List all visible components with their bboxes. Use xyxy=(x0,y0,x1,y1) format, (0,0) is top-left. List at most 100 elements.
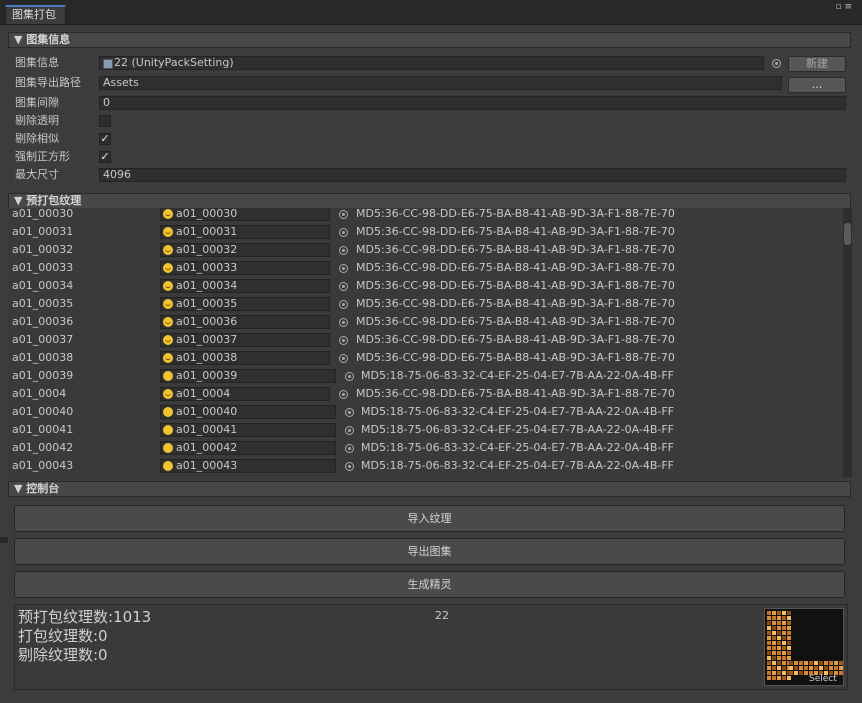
atlas-tile xyxy=(782,656,786,660)
atlas-tile xyxy=(799,671,803,675)
atlas-object-field[interactable]: 22 (UnityPackSetting) xyxy=(99,56,764,70)
atlas-tile xyxy=(772,616,776,620)
texture-object-field[interactable]: a01_00033 xyxy=(160,261,330,275)
texture-object-field[interactable]: a01_00040 xyxy=(160,405,336,419)
list-item[interactable]: a01_00039 a01_00039 MD5:18-75-06-83-32-C4-… xyxy=(8,368,838,386)
object-picker-icon[interactable] xyxy=(345,426,354,435)
atlas-tile xyxy=(767,676,771,680)
atlas-preview[interactable]: Select xyxy=(764,608,844,686)
object-picker-icon[interactable] xyxy=(339,282,348,291)
window-tab[interactable]: 图集打包 xyxy=(5,5,66,24)
object-picker-icon[interactable] xyxy=(345,462,354,471)
object-picker-icon[interactable] xyxy=(345,372,354,381)
list-item[interactable]: a01_00034 a01_00034 MD5:36-CC-98-DD-E6-75-… xyxy=(8,278,838,296)
atlas-tile xyxy=(789,671,793,675)
list-item[interactable]: a01_00035 a01_00035 MD5:36-CC-98-DD-E6-75-… xyxy=(8,296,838,314)
object-picker-icon[interactable] xyxy=(339,228,348,237)
texture-md5: MD5:18-75-06-83-32-C4-EF-25-04-E7-7B-AA-… xyxy=(361,423,674,436)
list-item[interactable]: a01_00043 a01_00043 MD5:18-75-06-83-32-C4-… xyxy=(8,458,838,476)
section-atlas-info[interactable]: ▼ 图集信息 xyxy=(8,32,851,48)
export-path-field[interactable]: Assets xyxy=(99,76,782,90)
texture-object-value: a01_00043 xyxy=(176,459,238,472)
new-button[interactable]: 新建 xyxy=(788,56,846,72)
texture-object-field[interactable]: a01_00042 xyxy=(160,441,336,455)
prepack-texture-list[interactable]: a01_00030 a01_00030 MD5:36-CC-98-DD-E6-75-… xyxy=(8,208,851,477)
stats-panel: 预打包纹理数:1013 打包纹理数:0 剔除纹理数:0 22 Select xyxy=(14,604,848,690)
list-item[interactable]: a01_00030 a01_00030 MD5:36-CC-98-DD-E6-75-… xyxy=(8,208,838,224)
texture-md5: MD5:36-CC-98-DD-E6-75-BA-B8-41-AB-9D-3A-… xyxy=(356,333,675,346)
texture-object-field[interactable]: a01_00034 xyxy=(160,279,330,293)
object-picker-icon[interactable] xyxy=(339,300,348,309)
list-item[interactable]: a01_00042 a01_00042 MD5:18-75-06-83-32-C4-… xyxy=(8,440,838,458)
texture-object-field[interactable]: a01_00043 xyxy=(160,459,336,473)
object-picker-icon[interactable] xyxy=(772,59,781,68)
list-item[interactable]: a01_00038 a01_00038 MD5:36-CC-98-DD-E6-75-… xyxy=(8,350,838,368)
list-item[interactable]: a01_00037 a01_00037 MD5:36-CC-98-DD-E6-75-… xyxy=(8,332,838,350)
object-picker-icon[interactable] xyxy=(339,210,348,219)
atlas-tile xyxy=(777,641,781,645)
atlas-tile xyxy=(777,646,781,650)
spacing-field[interactable]: 0 xyxy=(99,96,846,110)
atlas-tile xyxy=(777,631,781,635)
atlas-tile xyxy=(782,666,786,670)
texture-object-field[interactable]: a01_00037 xyxy=(160,333,330,347)
atlas-tile xyxy=(767,626,771,630)
object-picker-icon[interactable] xyxy=(345,444,354,453)
section-console[interactable]: ▼ 控制台 xyxy=(8,481,851,497)
texture-object-field[interactable]: a01_00039 xyxy=(160,369,336,383)
atlas-tile xyxy=(772,636,776,640)
texture-object-field[interactable]: a01_00041 xyxy=(160,423,336,437)
sprite-icon xyxy=(163,371,173,381)
remove-alpha-checkbox[interactable] xyxy=(99,115,111,127)
atlas-tile xyxy=(804,666,808,670)
texture-name: a01_00033 xyxy=(12,261,74,274)
object-picker-icon[interactable] xyxy=(345,408,354,417)
list-item[interactable]: a01_00033 a01_00033 MD5:36-CC-98-DD-E6-75-… xyxy=(8,260,838,278)
texture-object-field[interactable]: a01_00035 xyxy=(160,297,330,311)
atlas-tile xyxy=(809,661,813,665)
object-picker-icon[interactable] xyxy=(339,336,348,345)
object-picker-icon[interactable] xyxy=(339,354,348,363)
texture-object-field[interactable]: a01_00032 xyxy=(160,243,330,257)
sprite-icon xyxy=(163,389,173,399)
list-item[interactable]: a01_00040 a01_00040 MD5:18-75-06-83-32-C4-… xyxy=(8,404,838,422)
texture-name: a01_00042 xyxy=(12,441,74,454)
texture-object-field[interactable]: a01_00030 xyxy=(160,208,330,221)
section-prepack[interactable]: ▼ 预打包纹理 xyxy=(8,193,851,209)
atlas-tile xyxy=(767,616,771,620)
window-menu-icon[interactable]: ▫ ≡ xyxy=(835,3,852,12)
max-size-label: 最大尺寸 xyxy=(15,168,59,181)
list-item[interactable]: a01_00041 a01_00041 MD5:18-75-06-83-32-C4-… xyxy=(8,422,838,440)
object-picker-icon[interactable] xyxy=(339,390,348,399)
import-textures-button[interactable]: 导入纹理 xyxy=(14,505,845,532)
force-square-checkbox[interactable]: ✓ xyxy=(99,151,111,163)
atlas-tile xyxy=(787,616,791,620)
export-atlas-button[interactable]: 导出图集 xyxy=(14,538,845,565)
object-picker-icon[interactable] xyxy=(339,318,348,327)
atlas-tile xyxy=(829,661,833,665)
list-item[interactable]: a01_00031 a01_00031 MD5:36-CC-98-DD-E6-75-… xyxy=(8,224,838,242)
texture-object-field[interactable]: a01_0004 xyxy=(160,387,330,401)
list-item[interactable]: a01_00032 a01_00032 MD5:36-CC-98-DD-E6-75-… xyxy=(8,242,838,260)
browse-button[interactable]: ... xyxy=(788,77,846,93)
max-size-field[interactable]: 4096 xyxy=(99,168,846,182)
sprite-icon xyxy=(163,353,173,363)
atlas-tile xyxy=(782,631,786,635)
texture-object-field[interactable]: a01_00031 xyxy=(160,225,330,239)
texture-object-field[interactable]: a01_00038 xyxy=(160,351,330,365)
texture-object-field[interactable]: a01_00036 xyxy=(160,315,330,329)
object-picker-icon[interactable] xyxy=(339,264,348,273)
atlas-tile xyxy=(799,661,803,665)
atlas-tile xyxy=(814,666,818,670)
scrollbar-thumb[interactable] xyxy=(844,223,851,245)
texture-md5: MD5:36-CC-98-DD-E6-75-BA-B8-41-AB-9D-3A-… xyxy=(356,387,675,400)
list-item[interactable]: a01_0004 a01_0004 MD5:36-CC-98-DD-E6-75-BA… xyxy=(8,386,838,404)
remove-similar-checkbox[interactable]: ✓ xyxy=(99,133,111,145)
object-picker-icon[interactable] xyxy=(339,246,348,255)
atlas-tile xyxy=(782,661,786,665)
generate-sprites-button[interactable]: 生成精灵 xyxy=(14,571,845,598)
texture-name: a01_00039 xyxy=(12,369,74,382)
texture-name: a01_00030 xyxy=(12,208,74,220)
list-item[interactable]: a01_00036 a01_00036 MD5:36-CC-98-DD-E6-75-… xyxy=(8,314,838,332)
list-scrollbar[interactable] xyxy=(843,208,852,477)
